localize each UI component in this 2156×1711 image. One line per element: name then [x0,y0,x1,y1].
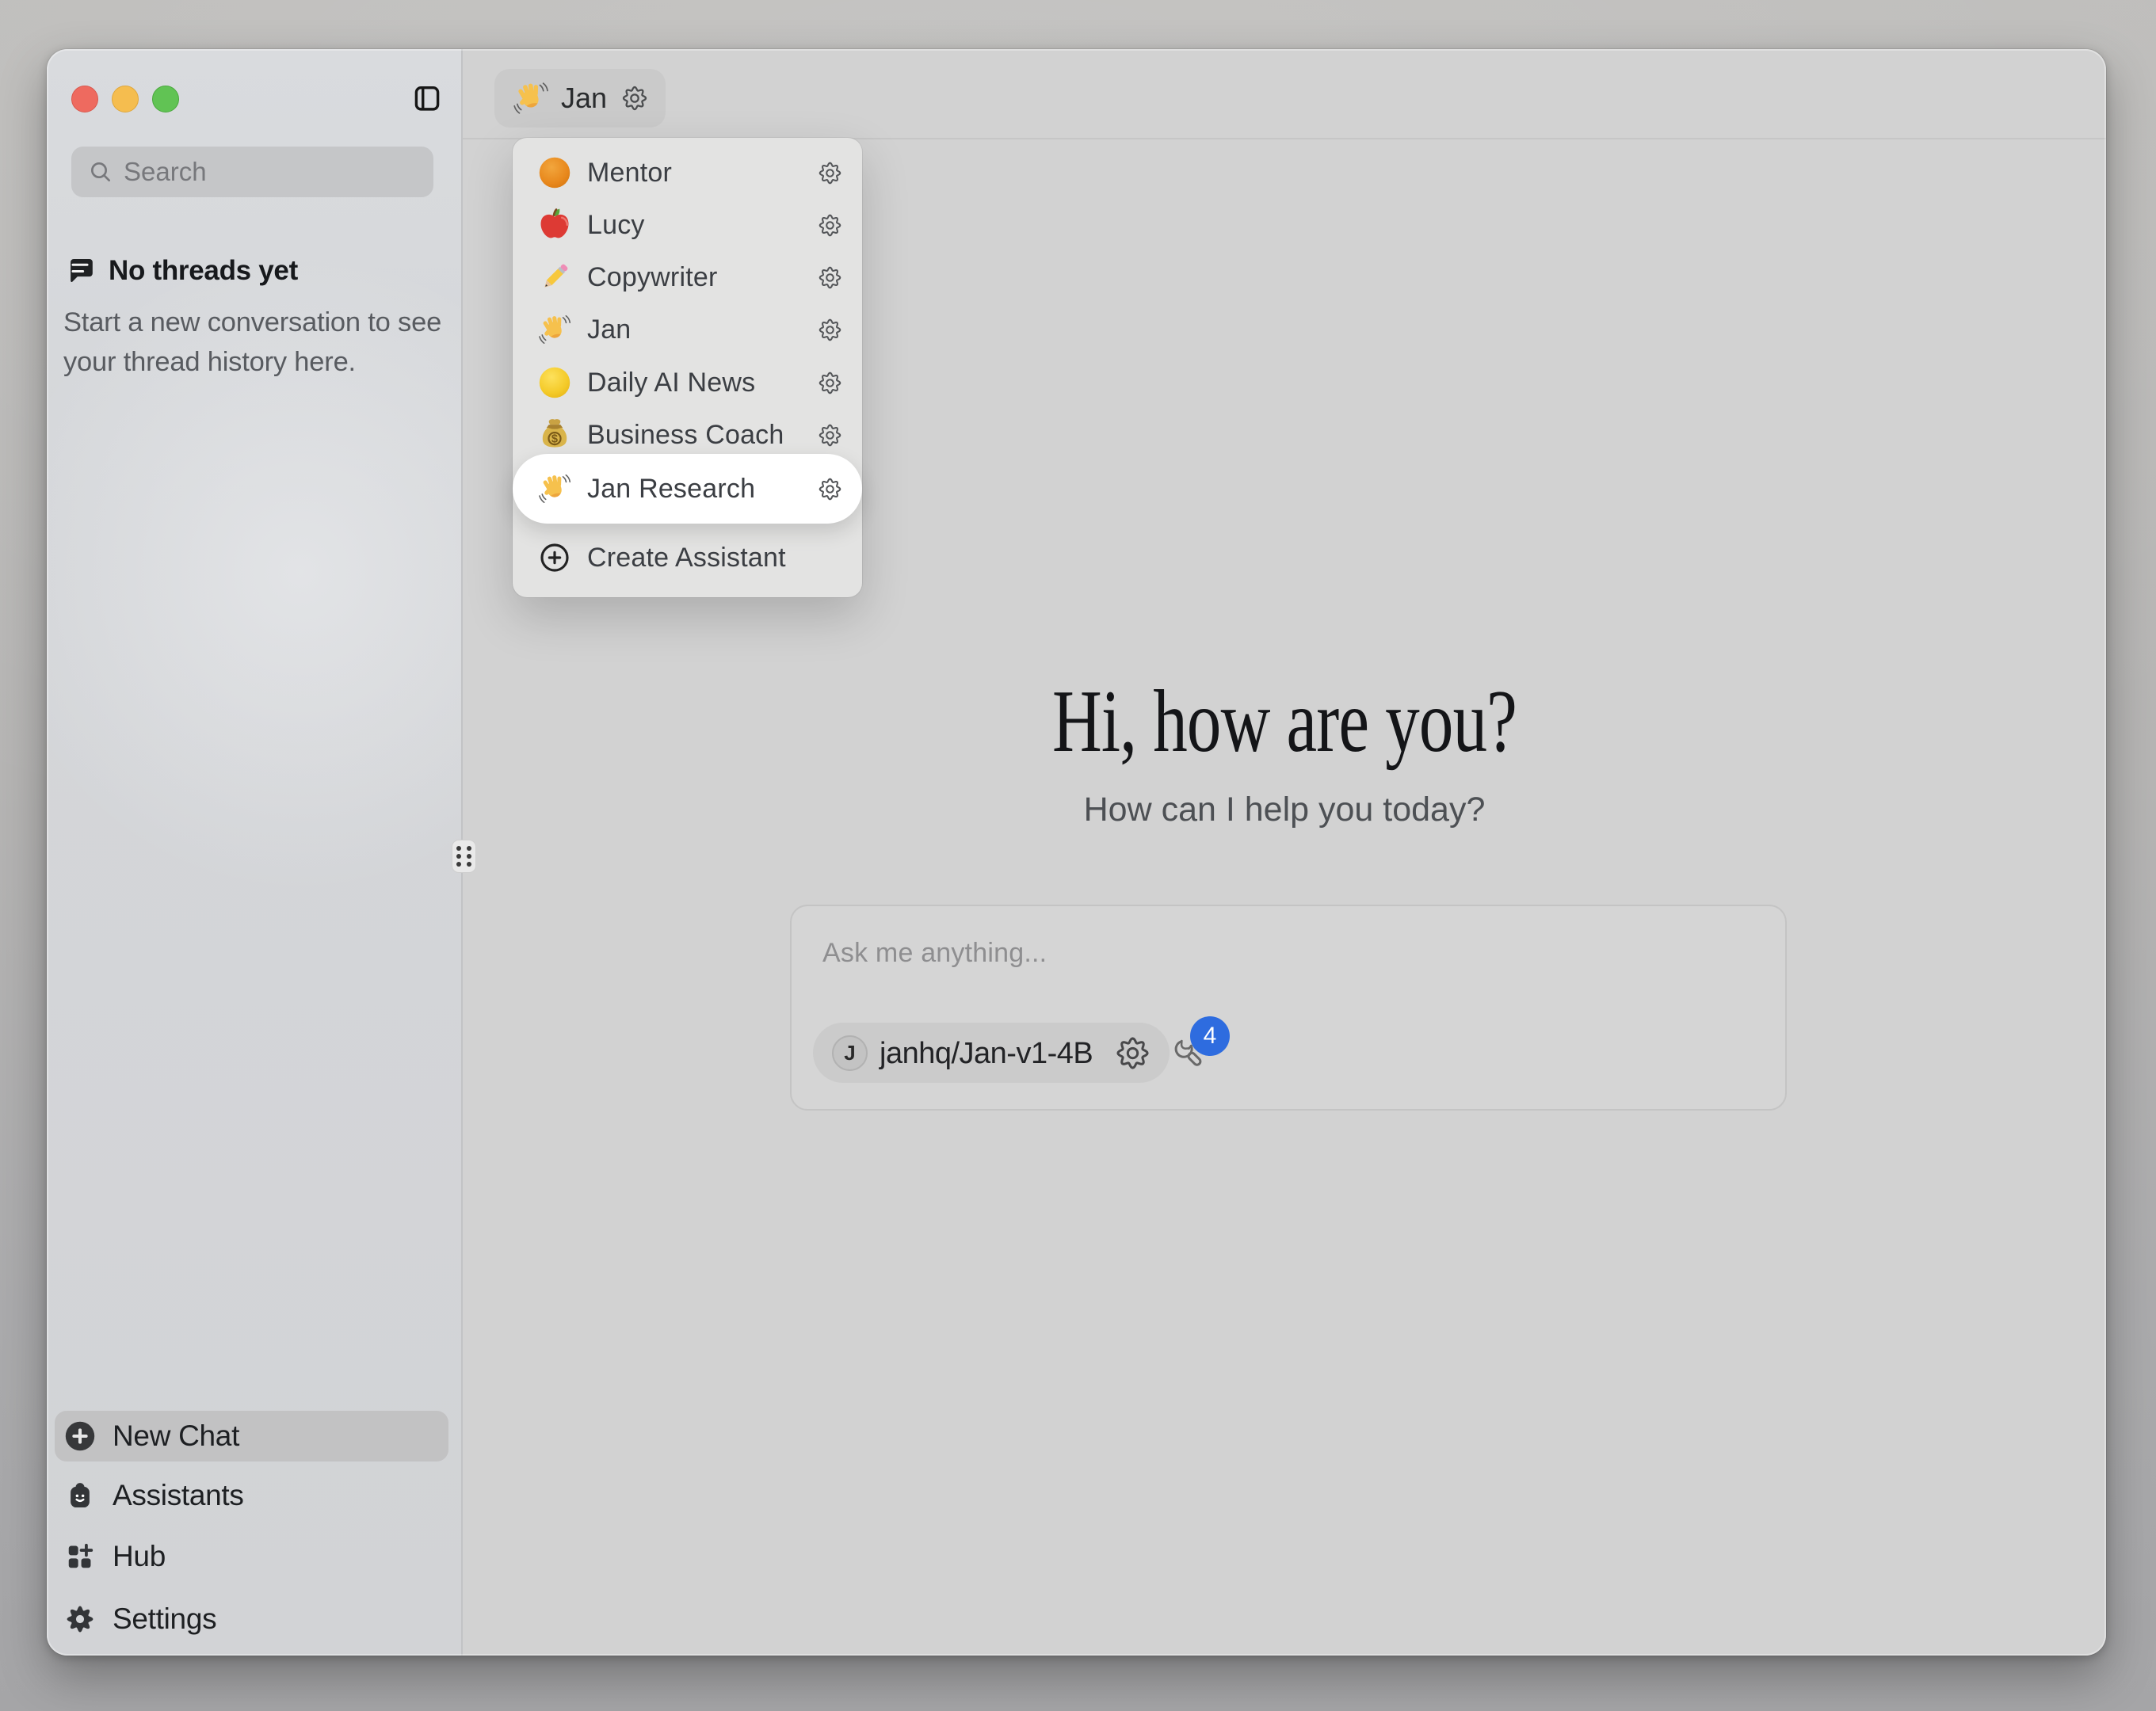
svg-text:$: $ [551,433,558,446]
